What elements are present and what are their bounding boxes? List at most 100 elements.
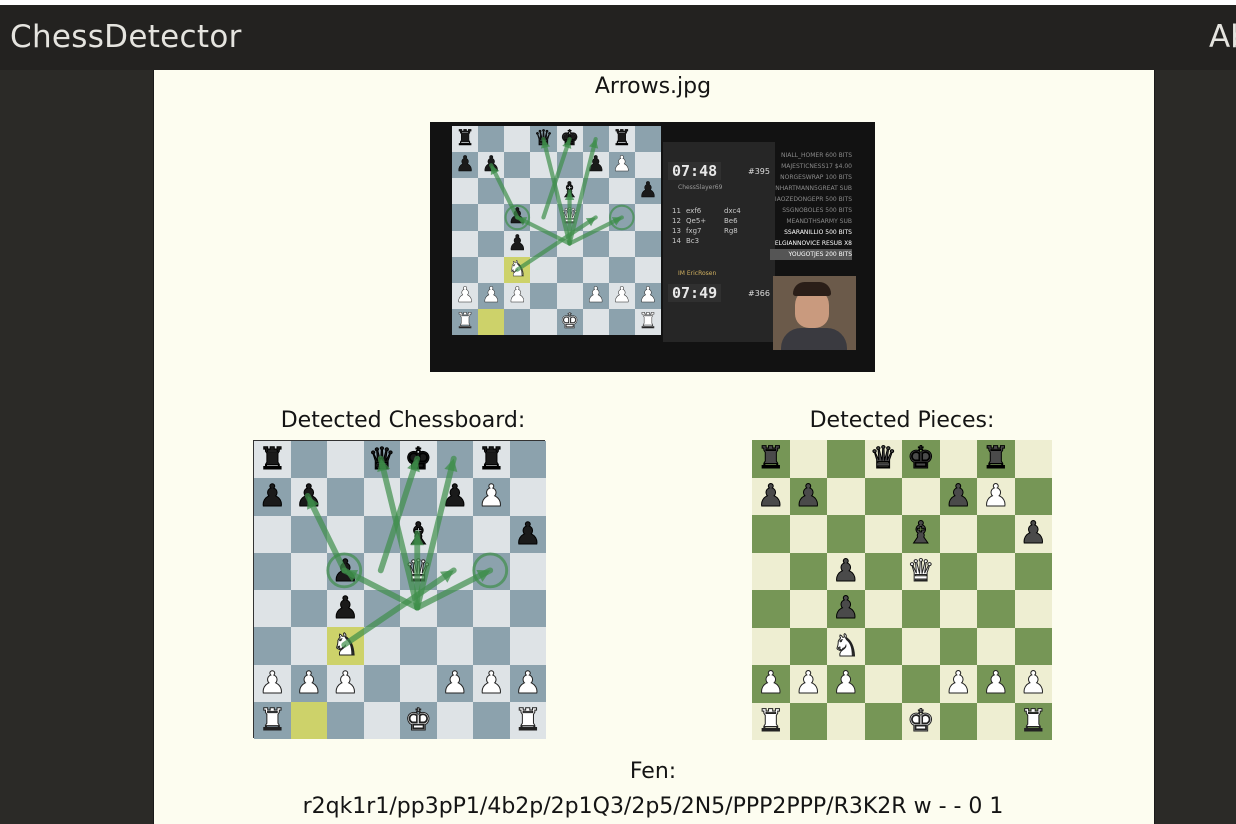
black-pawn-icon: ♟ <box>831 590 860 627</box>
board-square <box>864 515 902 553</box>
board-square: ♟ <box>939 665 977 703</box>
white-knight-icon: ♞ <box>831 627 860 664</box>
fen-label: Fen: <box>629 759 677 784</box>
black-pawn-icon: ♟ <box>944 477 973 514</box>
board-square <box>789 440 827 478</box>
move-cell: dxc4 <box>724 207 741 215</box>
board-square <box>939 515 977 553</box>
arrow-head <box>564 191 575 201</box>
board-square: ♜ <box>977 440 1015 478</box>
move-cell: 11 <box>672 207 681 215</box>
board-square <box>1014 590 1052 628</box>
board-square: ♟ <box>1014 665 1052 703</box>
board-square <box>939 552 977 590</box>
board-square: ♟ <box>1014 515 1052 553</box>
source-arrows <box>489 136 635 272</box>
black-queen-icon: ♛ <box>869 440 898 477</box>
board-square: ♟ <box>827 552 865 590</box>
donor-item: NHARTMANN5GREAT SUB <box>775 185 852 192</box>
brand-link[interactable]: ChessDetector <box>10 19 242 55</box>
black-pawn-icon: ♟ <box>831 552 860 589</box>
move-cell: Be6 <box>724 217 738 225</box>
board-square <box>902 477 940 515</box>
board-square <box>789 552 827 590</box>
arrow-line <box>304 492 348 574</box>
board-square <box>977 702 1015 740</box>
bottom-rank: #366 <box>748 289 770 298</box>
board-square: ♛ <box>902 552 940 590</box>
board-square <box>827 702 865 740</box>
board-square <box>977 552 1015 590</box>
white-pawn-icon: ♟ <box>831 665 860 702</box>
detected-pieces-board: ♜ ♛ ♚ ♜ ♟ ♟ ♟ ♟ ♝ ♟ ♟ ♛ ♟ ♞ ♟ ♟ ♟ ♟ ♟ ♟ ♜ ♚ ♜ <box>752 440 1052 740</box>
board-square <box>789 590 827 628</box>
black-king-icon: ♚ <box>906 440 935 477</box>
move-cell: exf6 <box>686 207 702 215</box>
donor-list: NIALL_HOMER 600 BITS MAJESTICNESS17 $4.00… <box>770 150 852 260</box>
board-square <box>977 515 1015 553</box>
white-pawn-icon: ♟ <box>981 477 1010 514</box>
white-pawn-icon: ♟ <box>981 665 1010 702</box>
board-square: ♜ <box>752 440 790 478</box>
donor-item: SSARANILLIO 500 BITS <box>784 229 852 236</box>
board-square <box>789 515 827 553</box>
white-king-icon: ♚ <box>906 702 935 739</box>
white-queen-icon: ♛ <box>906 552 935 589</box>
top-rank: #395 <box>748 167 770 176</box>
arrow-line <box>489 163 520 220</box>
navbar: ChessDetector Ab <box>0 5 1236 70</box>
board-square <box>902 627 940 665</box>
board-square <box>1014 627 1052 665</box>
move-cell: 13 <box>672 227 681 235</box>
board-square <box>864 665 902 703</box>
move-cell: Qe5+ <box>686 217 707 225</box>
black-pawn-icon: ♟ <box>756 477 785 514</box>
nav-about-link[interactable]: Ab <box>1209 19 1236 55</box>
arrow-head <box>410 533 424 546</box>
move-cell: 14 <box>672 237 681 245</box>
donor-item: YOUGOTJES 200 BITS <box>770 249 852 260</box>
image-title: Arrows.jpg <box>594 74 712 99</box>
black-pawn-icon: ♟ <box>794 477 823 514</box>
chessboard-caption: Detected Chessboard: <box>280 408 526 433</box>
board-square <box>1014 477 1052 515</box>
fen-string: r2qk1r1/pp3pP1/4b2p/2p1Q3/2p5/2N5/PPP2PP… <box>302 794 1004 819</box>
board-square <box>977 590 1015 628</box>
donor-item: MEANDTHSARMY SUB <box>786 218 852 225</box>
white-pawn-icon: ♟ <box>944 665 973 702</box>
board-square <box>827 515 865 553</box>
board-square: ♟ <box>789 665 827 703</box>
board-square: ♟ <box>977 477 1015 515</box>
webcam-image <box>773 276 856 350</box>
move-cell: Bc3 <box>686 237 700 245</box>
black-bishop-icon: ♝ <box>906 515 935 552</box>
board-square <box>902 590 940 628</box>
board-square: ♟ <box>827 665 865 703</box>
board-square <box>864 590 902 628</box>
board-square: ♝ <box>902 515 940 553</box>
board-square: ♚ <box>902 440 940 478</box>
board-square <box>1014 552 1052 590</box>
board-square: ♟ <box>977 665 1015 703</box>
donor-item: MAJESTICNESS17 $4.00 <box>781 163 852 170</box>
donor-item: IAOZEDONGEPR 500 BITS <box>774 196 852 203</box>
board-square <box>752 590 790 628</box>
board-square <box>864 552 902 590</box>
board-square: ♜ <box>1014 702 1052 740</box>
bottom-clock: 07:49 <box>668 284 722 302</box>
board-square <box>789 702 827 740</box>
black-rook-icon: ♜ <box>981 440 1010 477</box>
board-square <box>939 590 977 628</box>
board-square: ♞ <box>827 627 865 665</box>
board-square <box>864 702 902 740</box>
board-square: ♟ <box>827 590 865 628</box>
board-square <box>752 552 790 590</box>
white-pawn-icon: ♟ <box>756 665 785 702</box>
board-square <box>977 627 1015 665</box>
board-square <box>902 665 940 703</box>
board-square: ♜ <box>752 702 790 740</box>
white-rook-icon: ♜ <box>756 702 785 739</box>
white-pawn-icon: ♟ <box>794 665 823 702</box>
detected-arrows <box>304 455 509 648</box>
board-square <box>827 440 865 478</box>
